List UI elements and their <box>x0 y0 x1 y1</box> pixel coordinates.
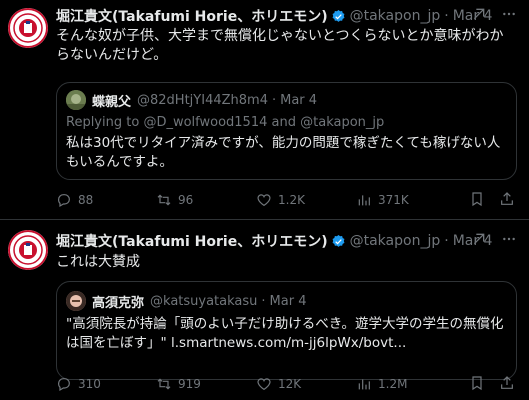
share-icon[interactable] <box>499 191 515 207</box>
grok-icon[interactable] <box>471 231 487 247</box>
reply-button[interactable]: 310 <box>56 375 156 393</box>
photo-avatar-icon <box>66 90 86 110</box>
quote-date[interactable]: Mar 4 <box>270 294 307 309</box>
tweet-header: 堀江貴文(Takafumi Horie、ホリエモン) @takapon_jp ·… <box>56 6 517 26</box>
quote-link[interactable]: l.smartnews.com/m-jj6lpWx/bovt... <box>171 335 406 351</box>
like-button[interactable]: 1.2K <box>256 191 356 209</box>
reply-count: 88 <box>78 193 94 207</box>
quote-header: 高須克弥 @katsuyatakasu · Mar 4 <box>92 292 508 311</box>
like-icon <box>257 378 271 391</box>
reply-button[interactable]: 88 <box>56 191 156 209</box>
verified-badge-icon <box>332 234 345 247</box>
quote-avatar[interactable] <box>66 90 86 110</box>
views-count: 371K <box>378 193 409 207</box>
more-icon[interactable] <box>501 6 517 22</box>
bookmark-icon[interactable] <box>469 375 485 391</box>
like-count: 1.2K <box>278 193 305 207</box>
tweet[interactable]: 堀江貴文(Takafumi Horie、ホリエモン) @takapon_jp ·… <box>0 220 529 400</box>
quote-author-name[interactable]: 蝶親父 <box>92 91 131 110</box>
quote-author-handle[interactable]: @82dHtjYI44Zh8m4 <box>137 93 268 108</box>
reply-icon <box>58 378 70 392</box>
action-end-group <box>469 191 515 209</box>
photo-avatar-icon <box>66 291 86 311</box>
more-icon[interactable] <box>501 231 517 247</box>
quote-avatar[interactable] <box>66 291 86 311</box>
action-end-group <box>469 375 515 393</box>
verified-badge-icon <box>332 9 345 22</box>
tweet-header: 堀江貴文(Takafumi Horie、ホリエモン) @takapon_jp ·… <box>56 231 517 251</box>
header-icons <box>471 6 517 22</box>
retweet-icon <box>157 194 171 206</box>
mention-link[interactable]: @takapon_jp <box>300 115 384 130</box>
retweet-button[interactable]: 919 <box>156 375 256 393</box>
replying-and: and <box>271 115 296 130</box>
quoted-tweet[interactable]: 蝶親父 @82dHtjYI44Zh8m4 · Mar 4 Replying to… <box>56 82 517 180</box>
retweet-count: 96 <box>178 193 194 207</box>
views-button[interactable]: 371K <box>356 191 456 209</box>
tweet-text: そんな奴が子供、大学まで無償化じゃないとつくらないとか意味がわからないんだけど。 <box>56 28 504 63</box>
replying-prefix: Replying to <box>66 115 140 130</box>
retweet-count: 919 <box>178 377 201 391</box>
share-icon[interactable] <box>499 375 515 391</box>
avatar[interactable] <box>8 230 48 270</box>
university-seal-icon <box>8 8 48 48</box>
like-button[interactable]: 12K <box>256 375 356 393</box>
separator-dot: · <box>444 8 449 24</box>
author-handle[interactable]: @takapon_jp <box>350 8 441 24</box>
reply-count: 310 <box>78 377 101 391</box>
quote-date[interactable]: Mar 4 <box>280 93 317 108</box>
quote-author-name[interactable]: 高須克弥 <box>92 292 144 311</box>
separator-dot: · <box>261 293 266 309</box>
mention-link[interactable]: @D_wolfwood1514 <box>143 115 267 130</box>
like-icon <box>257 194 271 207</box>
tweet-actions: 88 96 1.2K 371K <box>56 191 515 209</box>
reply-icon <box>58 194 70 208</box>
like-count: 12K <box>278 377 302 391</box>
quote-text: 私は30代でリタイア済みですが、能力の問題で稼ぎたくても稼げない人もいるんですよ… <box>66 135 501 170</box>
quote-header: 蝶親父 @82dHtjYI44Zh8m4 · Mar 4 <box>92 91 508 110</box>
tweet[interactable]: 堀江貴文(Takafumi Horie、ホリエモン) @takapon_jp ·… <box>0 0 529 220</box>
quoted-tweet[interactable]: 高須克弥 @katsuyatakasu · Mar 4 "高須院長が持論「頭のよ… <box>56 281 517 380</box>
retweet-button[interactable]: 96 <box>156 191 256 209</box>
separator-dot: · <box>271 92 277 108</box>
header-icons <box>471 231 517 247</box>
author-handle[interactable]: @takapon_jp <box>350 233 441 249</box>
university-seal-icon <box>8 230 48 270</box>
views-icon <box>358 379 370 390</box>
replying-to: Replying to @D_wolfwood1514 and @takapon… <box>66 115 384 130</box>
author-name[interactable]: 堀江貴文(Takafumi Horie、ホリエモン) <box>56 6 328 26</box>
views-icon <box>358 195 370 206</box>
grok-icon[interactable] <box>471 6 487 22</box>
quote-text: "高須院長が持論「頭のよい子だけ助けるべき。遊学大学の学生の無償化は国を亡ぼす」… <box>66 315 506 353</box>
tweet-text: これは大賛成 <box>56 254 140 270</box>
tweet-actions: 310 919 12K 1.2M <box>56 375 515 393</box>
quote-author-handle[interactable]: @katsuyatakasu <box>150 294 257 309</box>
bookmark-icon[interactable] <box>469 191 485 207</box>
views-count: 1.2M <box>378 377 408 391</box>
views-button[interactable]: 1.2M <box>356 375 456 393</box>
retweet-icon <box>157 378 171 390</box>
separator-dot: · <box>444 233 449 249</box>
author-name[interactable]: 堀江貴文(Takafumi Horie、ホリエモン) <box>56 231 328 251</box>
avatar[interactable] <box>8 8 48 48</box>
